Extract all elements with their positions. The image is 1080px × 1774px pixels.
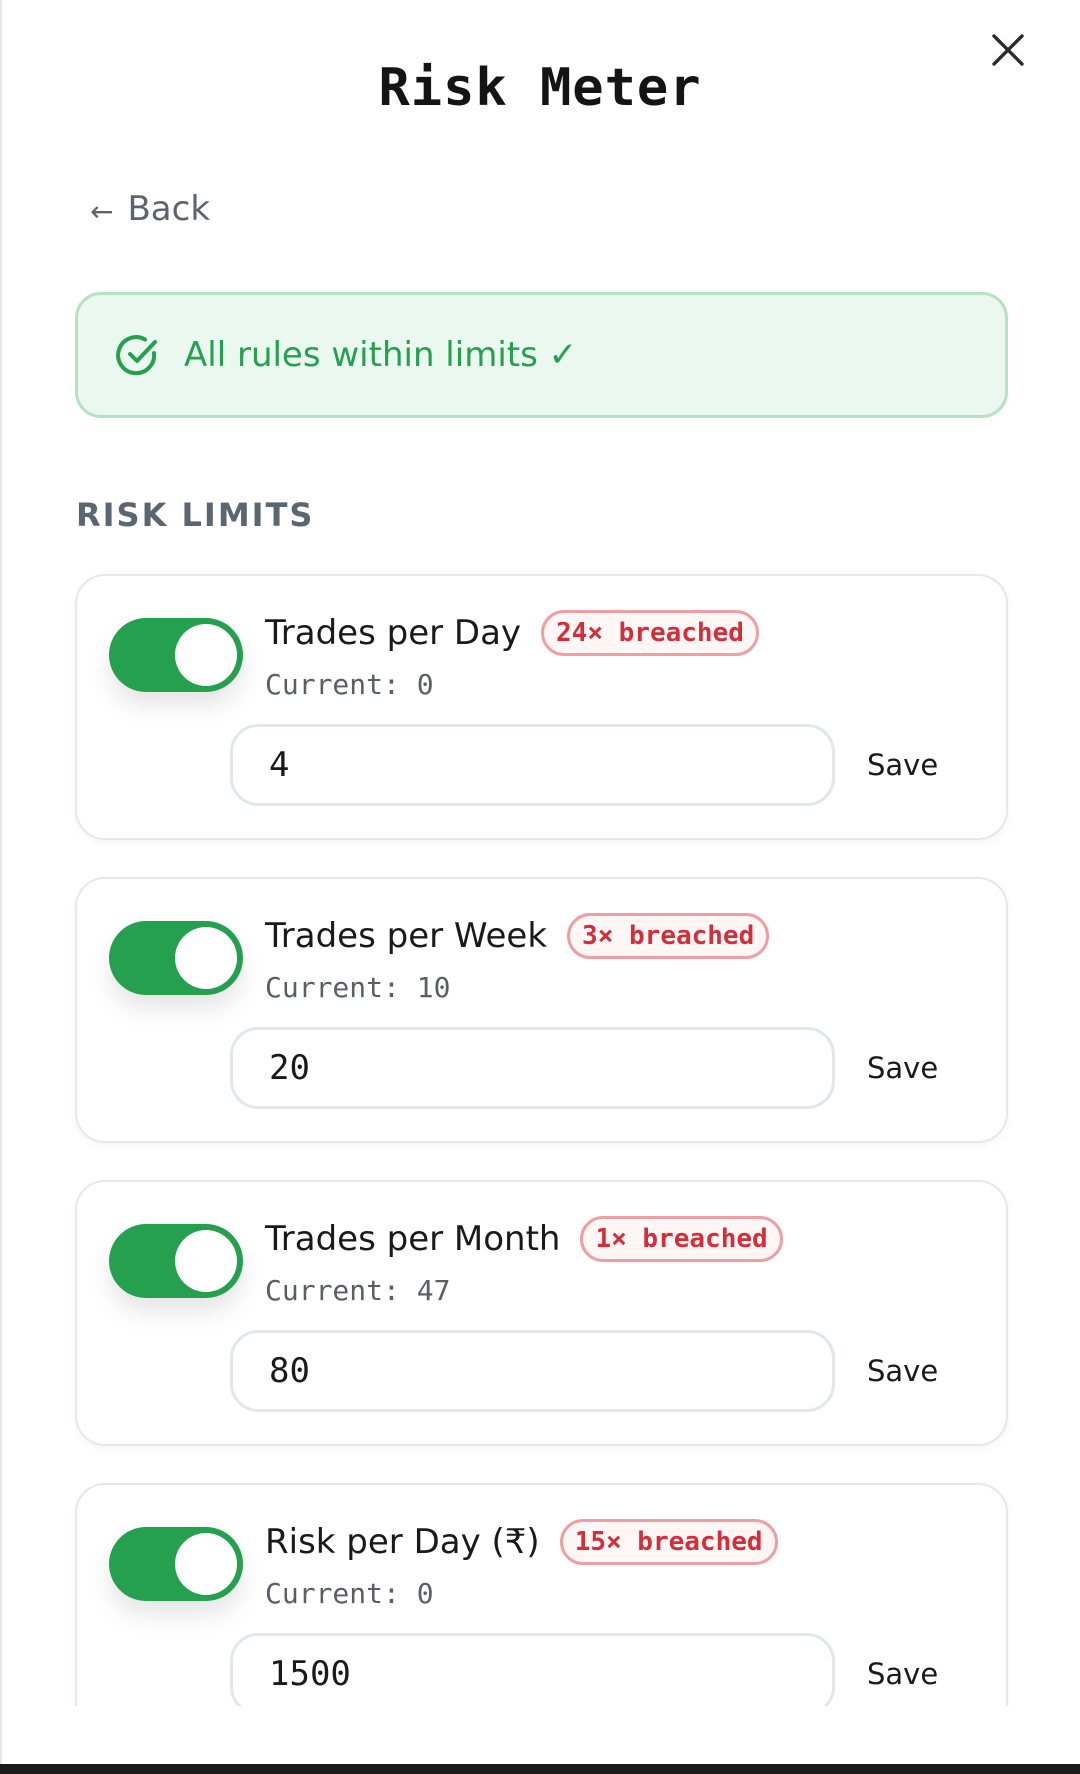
save-button[interactable]: Save <box>867 742 977 788</box>
rule-toggle[interactable] <box>109 1527 243 1601</box>
breach-badge: 24× breached <box>541 610 759 656</box>
save-button[interactable]: Save <box>867 1045 977 1091</box>
rule-label: Trades per Week <box>265 916 548 956</box>
scroll-container[interactable]: Risk Meter ← Back All rules within limit… <box>0 0 1080 1706</box>
breach-badge: 1× breached <box>580 1216 783 1262</box>
rule-card-trades-per-month: Trades per Month 1× breached Current: 47… <box>75 1180 1008 1446</box>
rule-current-value: Current: 47 <box>265 1274 451 1307</box>
rule-toggle[interactable] <box>109 1224 243 1298</box>
rule-limit-input[interactable] <box>230 1027 835 1109</box>
save-button[interactable]: Save <box>867 1348 977 1394</box>
rule-limit-input[interactable] <box>230 1633 835 1706</box>
breach-badge: 15× breached <box>559 1519 778 1565</box>
section-heading: RISK LIMITS <box>76 496 315 534</box>
rule-card-trades-per-week: Trades per Week 3× breached Current: 10 … <box>75 877 1008 1143</box>
check-circle-icon <box>116 335 157 376</box>
page-title: Risk Meter <box>378 58 702 118</box>
toggle-knob <box>175 1230 237 1292</box>
rule-limit-input[interactable] <box>230 724 835 806</box>
system-navigation-bar <box>0 1764 1080 1774</box>
toggle-knob <box>175 927 237 989</box>
rule-toggle[interactable] <box>109 921 243 995</box>
rule-header: Trades per Week 3× breached <box>265 913 770 959</box>
save-button[interactable]: Save <box>867 1651 977 1697</box>
status-banner: All rules within limits ✓ <box>75 292 1008 418</box>
rule-current-value: Current: 0 <box>265 1577 434 1610</box>
toggle-knob <box>175 624 237 686</box>
rule-header: Trades per Month 1× breached <box>265 1216 783 1262</box>
status-text: All rules within limits ✓ <box>184 335 578 375</box>
rule-label: Risk per Day (₹) <box>265 1522 540 1562</box>
breach-badge: 3× breached <box>567 913 770 959</box>
risk-meter-page: Risk Meter ← Back All rules within limit… <box>0 0 1080 1774</box>
toggle-knob <box>175 1533 237 1595</box>
rule-current-value: Current: 10 <box>265 971 451 1004</box>
rule-current-value: Current: 0 <box>265 668 434 701</box>
rule-header: Trades per Day 24× breached <box>265 610 759 656</box>
rule-label: Trades per Day <box>265 613 522 653</box>
rule-card-trades-per-day: Trades per Day 24× breached Current: 0 S… <box>75 574 1008 840</box>
back-link[interactable]: ← Back <box>90 192 210 226</box>
left-arrow-icon: ← <box>90 195 114 228</box>
rule-header: Risk per Day (₹) 15× breached <box>265 1519 778 1565</box>
rule-label: Trades per Month <box>265 1219 561 1259</box>
back-label: Back <box>127 189 211 229</box>
rule-toggle[interactable] <box>109 618 243 692</box>
rule-limit-input[interactable] <box>230 1330 835 1412</box>
rule-card-risk-per-day: Risk per Day (₹) 15× breached Current: 0… <box>75 1483 1008 1706</box>
